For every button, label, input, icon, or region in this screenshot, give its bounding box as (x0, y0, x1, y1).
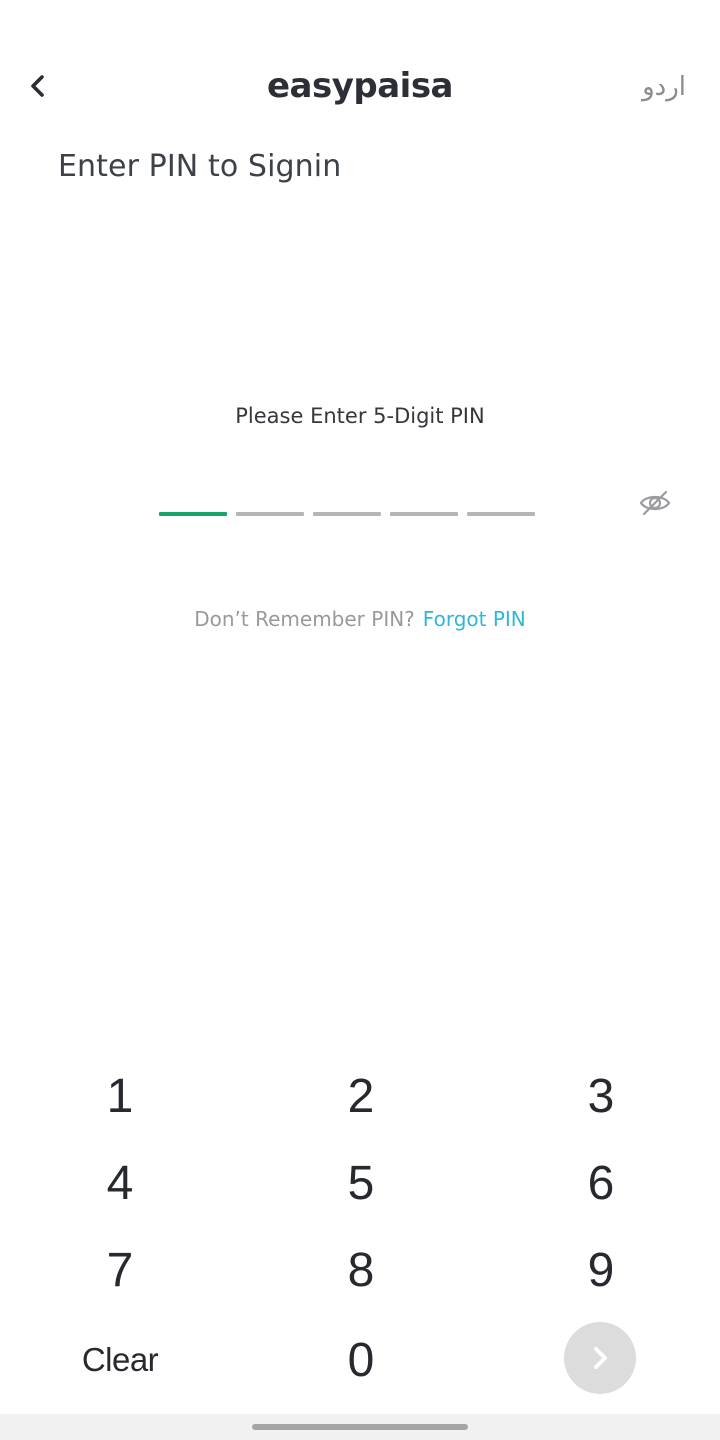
pin-visibility-toggle[interactable] (636, 484, 674, 522)
page-title: Enter PIN to Signin (58, 149, 342, 184)
pin-digit-slot (467, 512, 535, 516)
keypad-key-3[interactable]: 3 (541, 1056, 661, 1136)
forgot-pin-link[interactable]: Forgot PIN (423, 607, 526, 631)
language-toggle-urdu[interactable]: اردو (642, 70, 686, 104)
chevron-right-icon (594, 1347, 607, 1369)
system-navigation-bar (0, 1414, 720, 1440)
keypad-key-7[interactable]: 7 (60, 1230, 180, 1310)
pin-digit-slot (236, 512, 304, 516)
signin-pin-screen: easypaisa اردو Enter PIN to Signin Pleas… (0, 0, 720, 1440)
keypad-key-5[interactable]: 5 (301, 1143, 421, 1223)
pin-digit-slot (390, 512, 458, 516)
submit-pin-button[interactable] (564, 1322, 636, 1394)
forgot-pin-prompt: Don’t Remember PIN? (194, 607, 415, 631)
pin-digit-slot (159, 512, 227, 516)
pin-input[interactable] (159, 512, 535, 516)
forgot-pin-row: Don’t Remember PIN? Forgot PIN (0, 604, 720, 634)
pin-instruction: Please Enter 5-Digit PIN (235, 404, 485, 428)
easypaisa-logo: easypaisa (0, 62, 720, 110)
keypad-key-6[interactable]: 6 (541, 1143, 661, 1223)
keypad-key-8[interactable]: 8 (301, 1230, 421, 1310)
pin-digit-slot (313, 512, 381, 516)
eye-off-icon (639, 490, 671, 516)
home-indicator[interactable] (252, 1424, 468, 1430)
keypad-key-2[interactable]: 2 (301, 1056, 421, 1136)
keypad-key-0[interactable]: 0 (301, 1320, 421, 1400)
keypad-key-4[interactable]: 4 (60, 1143, 180, 1223)
keypad-key-1[interactable]: 1 (60, 1056, 180, 1136)
clear-button[interactable]: Clear (60, 1320, 180, 1400)
logo-text: easypaisa (266, 66, 454, 106)
keypad-key-9[interactable]: 9 (541, 1230, 661, 1310)
